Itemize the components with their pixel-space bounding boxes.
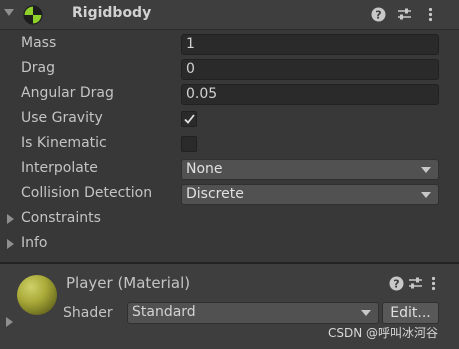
collision-detection-row: Collision Detection Discrete — [0, 182, 459, 207]
watermark: CSDN @呼叫冰河谷 — [328, 326, 439, 340]
svg-text:?: ? — [375, 9, 381, 22]
chevron-down-icon — [421, 192, 431, 198]
shader-value: Standard — [132, 304, 196, 320]
chevron-down-icon — [421, 167, 431, 173]
angular-drag-value: 0.05 — [186, 86, 218, 102]
constraints-foldout[interactable]: Constraints — [0, 207, 459, 232]
mass-field[interactable]: 1 — [181, 34, 439, 55]
chevron-right-icon — [7, 214, 14, 224]
is-kinematic-label: Is Kinematic — [21, 135, 107, 151]
use-gravity-label: Use Gravity — [21, 110, 103, 126]
drag-value: 0 — [186, 61, 195, 77]
material-title: Player (Material) — [66, 274, 191, 292]
info-foldout[interactable]: Info — [0, 232, 459, 257]
drag-label: Drag — [21, 60, 56, 76]
interpolate-label: Interpolate — [21, 160, 98, 176]
presets-icon[interactable] — [407, 275, 424, 292]
interpolate-value: None — [186, 161, 223, 177]
angular-drag-row: Angular Drag 0.05 — [0, 82, 459, 107]
info-label: Info — [21, 235, 48, 251]
help-icon[interactable]: ? — [370, 6, 387, 23]
edit-shader-button[interactable]: Edit... — [382, 302, 439, 324]
presets-icon[interactable] — [396, 6, 413, 23]
svg-text:?: ? — [393, 278, 399, 291]
collision-detection-value: Discrete — [186, 186, 244, 202]
interpolate-row: Interpolate None — [0, 157, 459, 182]
use-gravity-checkbox[interactable] — [181, 111, 197, 127]
drag-row: Drag 0 — [0, 57, 459, 82]
angular-drag-field[interactable]: 0.05 — [181, 84, 439, 105]
shader-label: Shader — [63, 305, 113, 321]
drag-field[interactable]: 0 — [181, 59, 439, 80]
mass-row: Mass 1 — [0, 32, 459, 57]
is-kinematic-row: Is Kinematic — [0, 132, 459, 157]
collision-detection-label: Collision Detection — [21, 185, 153, 201]
expand-arrow-icon[interactable] — [4, 9, 14, 16]
help-icon[interactable]: ? — [388, 275, 405, 292]
more-menu-icon[interactable] — [425, 275, 442, 292]
rigidbody-header[interactable]: Rigidbody ? — [0, 0, 459, 30]
chevron-down-icon — [361, 310, 371, 316]
angular-drag-label: Angular Drag — [21, 85, 114, 101]
checkmark-icon — [184, 114, 195, 124]
shader-dropdown[interactable]: Standard — [127, 302, 379, 324]
interpolate-dropdown[interactable]: None — [181, 159, 439, 180]
material-preview-sphere[interactable] — [17, 275, 57, 315]
more-menu-icon[interactable] — [422, 6, 439, 23]
collision-detection-dropdown[interactable]: Discrete — [181, 184, 439, 205]
component-title: Rigidbody — [72, 5, 152, 21]
rigidbody-icon — [23, 5, 43, 25]
chevron-right-icon — [7, 239, 14, 249]
constraints-label: Constraints — [21, 210, 101, 226]
material-section: Player (Material) ? Shader Standard Edit… — [0, 264, 459, 349]
is-kinematic-checkbox[interactable] — [181, 136, 197, 152]
chevron-right-icon[interactable] — [6, 317, 13, 327]
mass-label: Mass — [21, 35, 57, 51]
use-gravity-row: Use Gravity — [0, 107, 459, 132]
mass-value: 1 — [186, 36, 195, 52]
